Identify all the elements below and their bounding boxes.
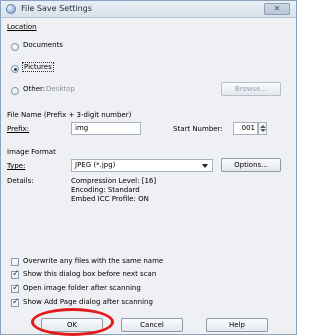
- checkbox-show-dialog[interactable]: [11, 269, 20, 279]
- details-line: Encoding: Standard: [71, 186, 140, 194]
- start-number-label: Start Number:: [173, 125, 223, 133]
- start-number-input[interactable]: 001: [233, 122, 258, 135]
- chevron-down-icon: [202, 164, 208, 168]
- start-number-spinner[interactable]: [258, 122, 267, 135]
- other-folder-value: Desktop: [46, 85, 75, 93]
- type-label: Type:: [7, 162, 26, 170]
- prefix-label: Prefix:: [7, 125, 30, 133]
- options-button[interactable]: Options...: [221, 158, 281, 172]
- close-button[interactable]: ✕: [264, 3, 290, 15]
- checkbox-open-folder[interactable]: [11, 283, 20, 293]
- radio-other[interactable]: [11, 87, 19, 95]
- spinner-down-icon[interactable]: [260, 129, 266, 132]
- checkbox-show-dialog-label[interactable]: Show this dialog box before next scan: [23, 270, 156, 278]
- file-save-settings-dialog: File Save Settings ✕ Location Documents …: [0, 0, 297, 336]
- radio-documents[interactable]: [11, 43, 19, 51]
- radio-pictures-label[interactable]: Pictures: [22, 62, 54, 72]
- radio-pictures[interactable]: [11, 65, 19, 73]
- checkbox-open-folder-label[interactable]: Open image folder after scanning: [23, 284, 141, 292]
- window-title: File Save Settings: [21, 4, 92, 13]
- details-label: Details:: [7, 177, 34, 185]
- details-text: Compression Level: [16] Encoding: Standa…: [71, 177, 156, 204]
- prefix-input[interactable]: img: [71, 122, 141, 135]
- browse-button[interactable]: Browse...: [221, 82, 281, 96]
- image-format-label: Image Format: [7, 148, 56, 156]
- ok-highlight-annotation: [31, 308, 114, 336]
- image-type-select[interactable]: JPEG (*.jpg): [71, 159, 213, 172]
- checkbox-add-page-label[interactable]: Show Add Page dialog after scanning: [23, 298, 153, 306]
- file-name-label: File Name (Prefix + 3-digit number): [7, 111, 132, 119]
- checkbox-overwrite[interactable]: [11, 258, 19, 266]
- help-button[interactable]: Help: [206, 318, 268, 332]
- spinner-up-icon[interactable]: [260, 125, 266, 128]
- checkbox-add-page[interactable]: [11, 297, 20, 307]
- image-type-value: JPEG (*.jpg): [75, 161, 116, 169]
- checkbox-overwrite-label[interactable]: Overwrite any files with the same name: [23, 257, 163, 265]
- radio-documents-label[interactable]: Documents: [23, 41, 63, 49]
- location-label: Location: [7, 23, 37, 31]
- details-line: Embed ICC Profile: ON: [71, 195, 149, 203]
- app-icon: [6, 4, 16, 14]
- cancel-button[interactable]: Cancel: [121, 318, 183, 332]
- radio-other-label[interactable]: Other:: [23, 85, 45, 93]
- title-bar[interactable]: File Save Settings ✕: [1, 1, 296, 18]
- details-line: Compression Level: [16]: [71, 177, 157, 185]
